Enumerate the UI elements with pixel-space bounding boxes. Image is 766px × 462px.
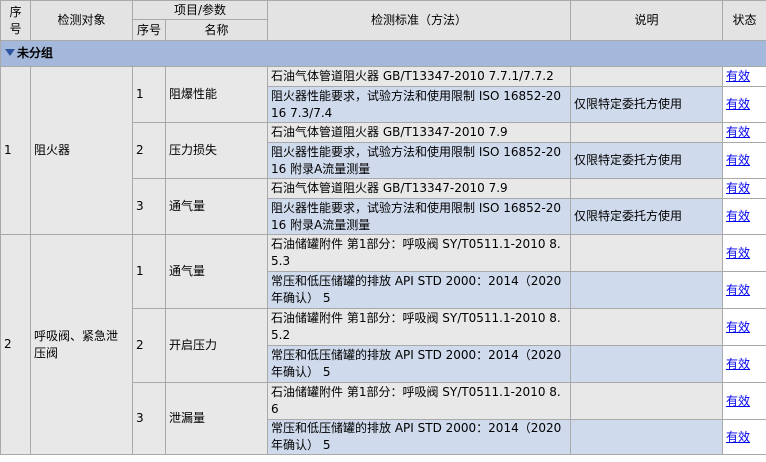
status-cell: 有效 xyxy=(722,382,766,420)
standard-text: 石油气体管道阻火器 GB/T13347-2010 7.9 xyxy=(267,122,572,143)
table-row: 1 阻火器 1 阻爆性能 石油气体管道阻火器 GB/T13347-2010 7.7.1/… xyxy=(0,66,766,235)
status-cell: 有效 xyxy=(722,122,766,143)
header-object: 检测对象 xyxy=(30,0,133,41)
status-cell: 有效 xyxy=(722,178,766,199)
standard-text: 石油储罐附件 第1部分：呼吸阀 SY/T0511.1-2010 8.5.2 xyxy=(267,308,572,346)
item-name: 压力损失 xyxy=(164,122,269,179)
status-link[interactable]: 有效 xyxy=(726,430,750,444)
item-seq: 1 xyxy=(132,66,166,123)
group-label: 未分组 xyxy=(17,46,54,60)
header-item-seq: 序号 xyxy=(132,19,166,41)
standard-note: 仅限特定委托方使用 xyxy=(570,198,724,235)
status-link[interactable]: 有效 xyxy=(726,153,750,167)
group-row[interactable]: 未分组 xyxy=(0,40,766,67)
standard-note xyxy=(570,234,724,272)
object-seq: 2 xyxy=(0,234,31,455)
standard-text: 石油气体管道阻火器 GB/T13347-2010 7.9 xyxy=(267,178,572,199)
status-link[interactable]: 有效 xyxy=(726,283,750,297)
status-link[interactable]: 有效 xyxy=(726,97,750,111)
status-cell: 有效 xyxy=(722,345,766,383)
status-cell: 有效 xyxy=(722,66,766,87)
standard-text: 阻火器性能要求，试验方法和使用限制 ISO 16852-2016 附录A流量测量 xyxy=(267,142,572,179)
header-seq: 序号 xyxy=(0,0,31,41)
object-seq: 1 xyxy=(0,66,31,235)
status-link[interactable]: 有效 xyxy=(726,69,750,83)
item-name: 通气量 xyxy=(164,178,269,235)
status-cell: 有效 xyxy=(722,308,766,346)
item-name: 阻爆性能 xyxy=(164,66,269,123)
standards-table: 序号 检测对象 项目/参数 检测标准（方法） 说明 状态 序号 名称 未分组 1… xyxy=(0,0,766,455)
status-link[interactable]: 有效 xyxy=(726,394,750,408)
standard-text: 常压和低压储罐的排放 API STD 2000：2014（2020年确认） 5 xyxy=(267,345,572,383)
standard-text: 阻火器性能要求，试验方法和使用限制 ISO 16852-2016 7.3/7.4 xyxy=(267,86,572,123)
status-link[interactable]: 有效 xyxy=(726,246,750,260)
table-row: 2 呼吸阀、紧急泄压阀 1 通气量 石油储罐附件 第1部分：呼吸阀 SY/T0511.1… xyxy=(0,234,766,455)
standard-text: 石油储罐附件 第1部分：呼吸阀 SY/T0511.1-2010 8.6 xyxy=(267,382,572,420)
status-cell: 有效 xyxy=(722,142,766,179)
item-seq: 2 xyxy=(132,122,166,179)
standard-note xyxy=(570,66,724,87)
status-link[interactable]: 有效 xyxy=(726,181,750,195)
status-cell: 有效 xyxy=(722,234,766,272)
standard-text: 石油储罐附件 第1部分：呼吸阀 SY/T0511.1-2010 8.5.3 xyxy=(267,234,572,272)
standard-text: 石油气体管道阻火器 GB/T13347-2010 7.7.1/7.7.2 xyxy=(267,66,572,87)
header-row: 序号 检测对象 项目/参数 检测标准（方法） 说明 状态 xyxy=(0,0,766,41)
status-link[interactable]: 有效 xyxy=(726,357,750,371)
standard-note xyxy=(570,308,724,346)
item-name: 泄漏量 xyxy=(164,382,269,455)
status-cell: 有效 xyxy=(722,419,766,455)
standard-note xyxy=(570,122,724,143)
standard-text: 阻火器性能要求，试验方法和使用限制 ISO 16852-2016 附录A流量测量 xyxy=(267,198,572,235)
item-name: 开启压力 xyxy=(164,308,269,383)
object-name: 阻火器 xyxy=(30,66,133,235)
status-cell: 有效 xyxy=(722,271,766,309)
standard-note xyxy=(570,382,724,420)
status-link[interactable]: 有效 xyxy=(726,125,750,139)
status-link[interactable]: 有效 xyxy=(726,209,750,223)
item-name: 通气量 xyxy=(164,234,269,309)
header-note: 说明 xyxy=(570,0,724,41)
standard-note: 仅限特定委托方使用 xyxy=(570,86,724,123)
item-seq: 1 xyxy=(132,234,166,309)
item-seq: 3 xyxy=(132,382,166,455)
item-seq: 3 xyxy=(132,178,166,235)
status-cell: 有效 xyxy=(722,86,766,123)
standard-note xyxy=(570,419,724,455)
status-link[interactable]: 有效 xyxy=(726,320,750,334)
header-standard: 检测标准（方法） xyxy=(267,0,572,41)
standard-text: 常压和低压储罐的排放 API STD 2000：2014（2020年确认） 5 xyxy=(267,419,572,455)
header-status: 状态 xyxy=(722,0,766,41)
standard-note: 仅限特定委托方使用 xyxy=(570,142,724,179)
group-cell[interactable]: 未分组 xyxy=(0,40,766,67)
collapse-triangle-icon[interactable] xyxy=(5,49,15,56)
standard-note xyxy=(570,345,724,383)
standard-note xyxy=(570,271,724,309)
item-seq: 2 xyxy=(132,308,166,383)
standard-note xyxy=(570,178,724,199)
standard-text: 常压和低压储罐的排放 API STD 2000：2014（2020年确认） 5 xyxy=(267,271,572,309)
header-item-param: 项目/参数 xyxy=(131,0,269,20)
status-cell: 有效 xyxy=(722,198,766,235)
object-name: 呼吸阀、紧急泄压阀 xyxy=(30,234,133,455)
header-item-name: 名称 xyxy=(164,19,269,41)
